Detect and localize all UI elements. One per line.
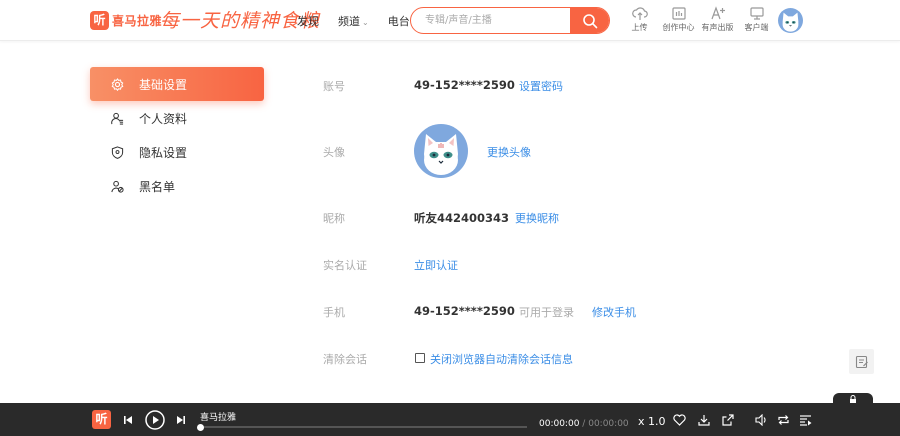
publish-label: 有声出版	[701, 23, 734, 32]
playlist-icon	[799, 414, 811, 426]
heart-icon	[672, 413, 686, 426]
download-button[interactable]	[696, 403, 712, 436]
phone-hint: 可用于登录	[519, 306, 574, 319]
audio-player-bar: 听 喜马拉雅 x 1.0	[0, 403, 900, 436]
search-button[interactable]	[570, 8, 609, 33]
sidebar-item-blacklist[interactable]: 黑名单	[90, 169, 264, 203]
session-label: 清除会话	[323, 353, 367, 366]
edit-note-icon	[855, 355, 868, 368]
share-button[interactable]	[720, 403, 736, 436]
nav-discover-label: 发现	[297, 15, 319, 28]
nav-discover[interactable]: 发现	[297, 13, 319, 29]
play-button[interactable]	[143, 403, 167, 436]
total-time: 00:00:00	[588, 419, 629, 429]
logo-text: 喜马拉雅	[112, 13, 163, 28]
nickname-label: 昵称	[323, 212, 345, 225]
player-logo[interactable]: 听	[92, 410, 111, 429]
share-icon	[722, 413, 734, 426]
header-tools: 上传 创作中心 有声出版 客户端	[620, 6, 776, 33]
account-label: 账号	[323, 80, 345, 93]
nav-channel-label: 频道	[338, 15, 360, 28]
download-icon	[698, 414, 710, 426]
sidebar-item-basic-settings[interactable]: 基础设置	[90, 67, 264, 101]
next-icon	[177, 415, 185, 424]
track-title: 喜马拉雅	[200, 413, 237, 423]
search-icon	[582, 13, 597, 28]
logo-mark: 听	[90, 10, 109, 30]
blacklist-icon	[110, 179, 124, 193]
time-separator: /	[582, 419, 586, 429]
publish-button[interactable]: 有声出版	[698, 6, 737, 33]
previous-button[interactable]	[120, 403, 136, 436]
progress-knob[interactable]	[197, 424, 204, 431]
gear-icon	[110, 77, 124, 91]
change-phone-link[interactable]: 修改手机	[592, 304, 636, 320]
sidebar-item-label: 隐私设置	[139, 145, 188, 160]
volume-button[interactable]	[753, 403, 769, 436]
loop-icon	[777, 414, 789, 425]
playlist-button[interactable]	[797, 403, 813, 436]
upload-icon	[631, 7, 648, 20]
client-button[interactable]: 客户端	[737, 6, 776, 33]
previous-icon	[124, 415, 132, 424]
sidebar-item-label: 个人资料	[139, 111, 188, 126]
search-bar	[410, 7, 610, 34]
logo[interactable]: 听 喜马拉雅	[90, 10, 162, 30]
profile-icon	[110, 111, 124, 125]
progress-track[interactable]	[200, 426, 527, 428]
client-icon	[749, 7, 764, 20]
verify-now-link[interactable]: 立即认证	[414, 257, 458, 273]
avatar-label: 头像	[323, 146, 345, 159]
sidebar-item-label: 黑名单	[139, 179, 176, 194]
user-avatar[interactable]	[778, 8, 803, 33]
time-readout: 00:00:00 / 00:00:00	[539, 419, 629, 429]
search-input[interactable]	[411, 8, 570, 33]
creator-label: 创作中心	[662, 23, 695, 32]
phone-label: 手机	[323, 306, 345, 319]
nav-radio-label: 电台	[387, 15, 410, 28]
upload-label: 上传	[631, 23, 648, 32]
phone-value: 49-152****2590	[414, 304, 515, 318]
nav-radio[interactable]: 电台	[388, 13, 410, 29]
favorite-button[interactable]	[671, 403, 687, 436]
clear-session-checkbox-label[interactable]: 关闭浏览器自动清除会话信息	[430, 351, 573, 367]
sidebar-item-privacy[interactable]: 隐私设置	[90, 135, 264, 169]
settings-sidebar: 基础设置 个人资料 隐私设置 黑名单	[90, 67, 264, 203]
creator-center-button[interactable]: 创作中心	[659, 6, 698, 33]
play-icon	[145, 409, 165, 430]
next-button[interactable]	[173, 403, 189, 436]
creator-icon	[671, 7, 686, 20]
set-password-link[interactable]: 设置密码	[519, 78, 563, 94]
client-label: 客户端	[744, 23, 769, 32]
nav-channel[interactable]: 频道 ⌄	[338, 13, 369, 29]
avatar-image	[414, 124, 468, 178]
playback-speed[interactable]: x 1.0	[638, 415, 666, 428]
account-value: 49-152****2590	[414, 78, 515, 92]
publish-icon	[710, 6, 725, 20]
upload-button[interactable]: 上传	[620, 6, 659, 33]
nickname-value: 听友442400343	[414, 211, 510, 225]
chevron-down-icon: ⌄	[362, 18, 369, 27]
verify-label: 实名认证	[323, 259, 367, 272]
sidebar-item-profile[interactable]: 个人资料	[90, 101, 264, 135]
shield-icon	[110, 145, 124, 159]
volume-icon	[754, 413, 766, 426]
loop-button[interactable]	[775, 403, 791, 436]
current-time: 00:00:00	[539, 419, 580, 429]
feedback-button[interactable]	[849, 349, 874, 374]
change-avatar-link[interactable]: 更换头像	[487, 144, 531, 160]
slogan: 每一天的精神食粮	[160, 10, 321, 32]
main-nav: 发现 频道 ⌄ 电台	[297, 13, 429, 29]
sidebar-item-label: 基础设置	[139, 77, 188, 92]
top-header: 听 喜马拉雅 每一天的精神食粮 发现 频道⌄ 电台 上传	[0, 0, 900, 41]
change-nickname-link[interactable]: 更换昵称	[515, 210, 559, 226]
clear-session-checkbox[interactable]	[415, 353, 425, 363]
